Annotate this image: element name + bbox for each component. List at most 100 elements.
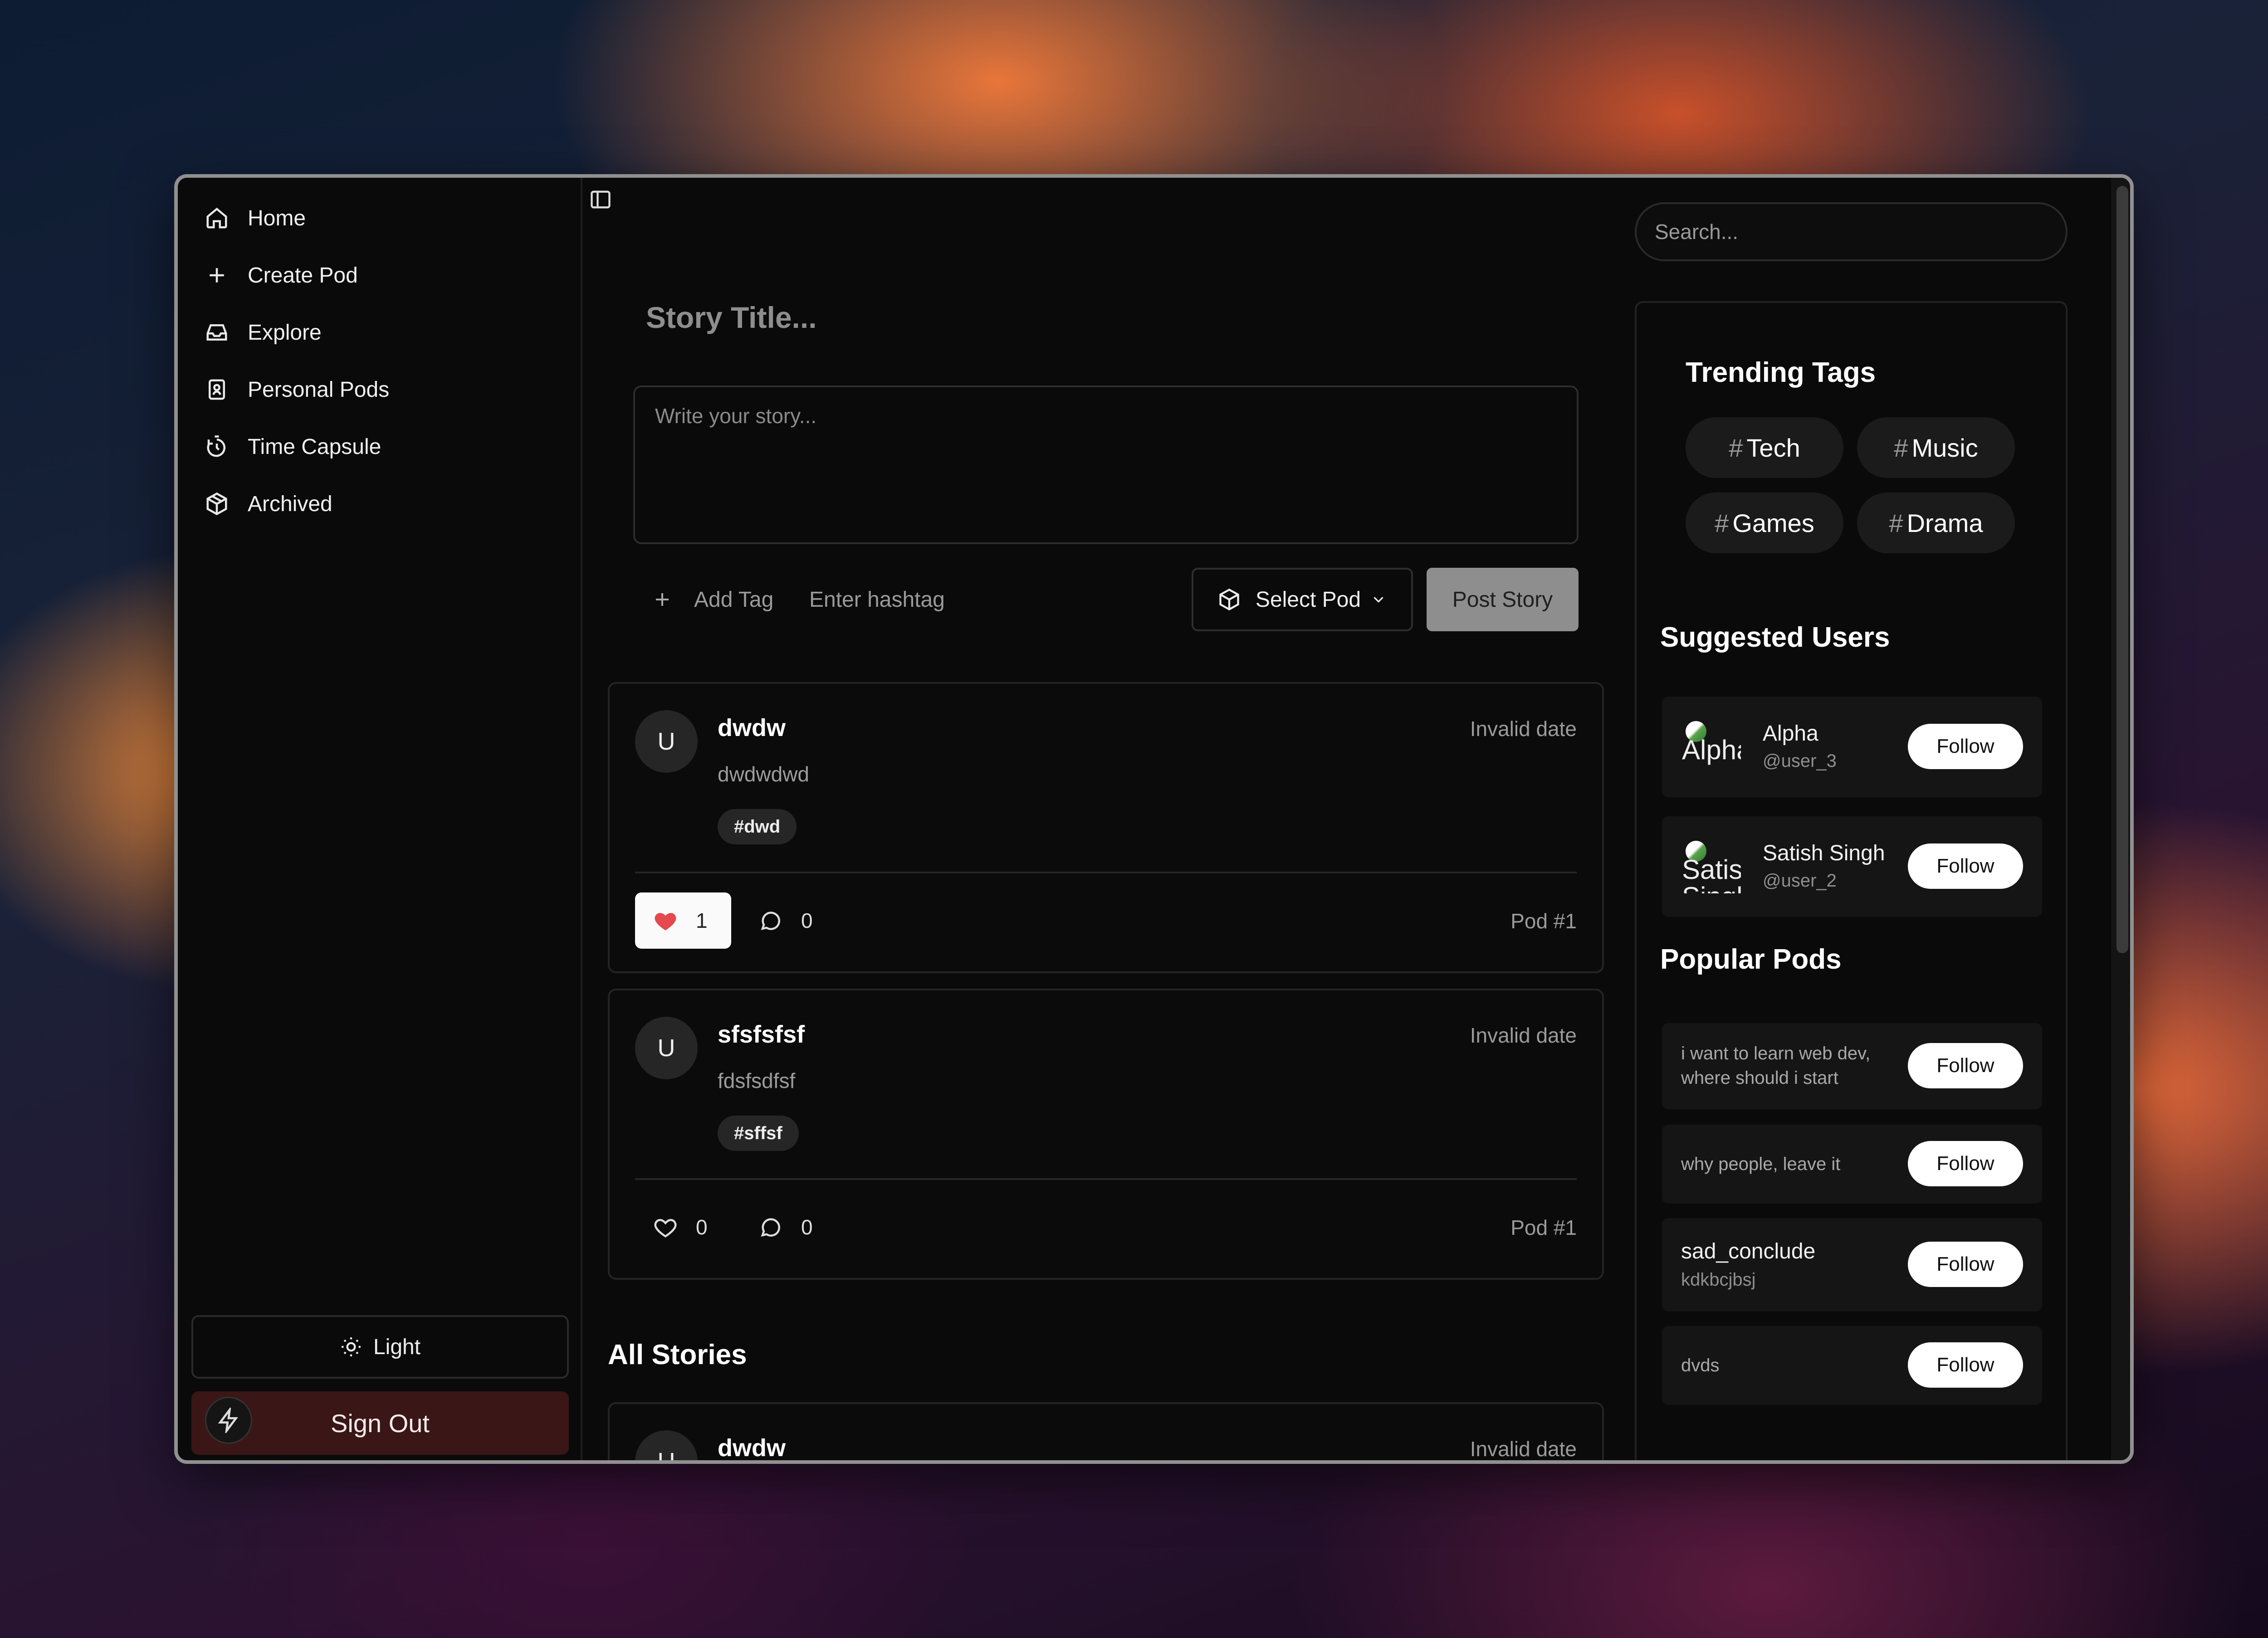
sidebar: Home Create Pod Explore Personal Pods Ti…	[178, 178, 582, 1460]
add-tag-button[interactable]: Add Tag	[651, 568, 773, 631]
story-author[interactable]: sfsfsfsf	[718, 1020, 805, 1048]
trending-tag-chip[interactable]: # Tech	[1686, 417, 1843, 478]
theme-label: Light	[373, 1335, 421, 1359]
hash-icon: #	[1729, 433, 1743, 462]
timer-icon	[204, 434, 230, 459]
avatar[interactable]: Satish Singh	[1681, 839, 1741, 893]
avatar: U	[635, 710, 698, 773]
sidebar-nav: Home Create Pod Explore Personal Pods Ti…	[191, 190, 572, 532]
story-author[interactable]: dwdw	[718, 714, 786, 742]
sidebar-item-label: Archived	[248, 492, 332, 516]
sign-out-label: Sign Out	[331, 1409, 430, 1438]
sidebar-item-create-pod[interactable]: Create Pod	[191, 247, 572, 304]
follow-button[interactable]: Follow	[1908, 1342, 2023, 1388]
plus-icon	[656, 593, 669, 606]
sidebar-item-label: Explore	[248, 320, 322, 345]
select-pod-dropdown[interactable]: Select Pod	[1192, 568, 1413, 631]
story-tag[interactable]: #sffsf	[718, 1116, 799, 1151]
avatar: U	[635, 1430, 698, 1460]
sidebar-item-time-capsule[interactable]: Time Capsule	[191, 418, 572, 475]
chevron-down-icon	[1374, 597, 1383, 603]
story-content: dwdwdwd	[718, 762, 809, 786]
plus-icon	[204, 263, 230, 288]
story-author[interactable]: dwdw	[718, 1434, 786, 1460]
sidebar-item-label: Time Capsule	[248, 434, 381, 459]
bolt-icon[interactable]	[205, 1397, 252, 1444]
like-button[interactable]: 1	[635, 892, 731, 949]
suggested-user-row: Satish Singh Satish Singh @user_2 Follow	[1662, 816, 2042, 917]
discover-panel: Trending Tags # Tech # Music # Games # Drama…	[1635, 301, 2068, 1460]
right-panel: Trending Tags #Tech #Music #Games #Drama…	[1635, 178, 2130, 1460]
heart-icon	[655, 913, 676, 931]
page-scrollbar[interactable]	[2111, 178, 2130, 1460]
id-badge-icon	[204, 377, 230, 402]
theme-toggle-button[interactable]: Light	[191, 1315, 569, 1379]
comment-count: 0	[801, 1215, 813, 1239]
comment-icon	[761, 1218, 780, 1237]
pod-title[interactable]: sad_conclude	[1681, 1239, 1815, 1264]
follow-button[interactable]: Follow	[1908, 724, 2023, 769]
heart-icon	[654, 1219, 677, 1238]
story-date: Invalid date	[1470, 1437, 1577, 1460]
tag-label: Music	[1911, 433, 1978, 462]
sidebar-item-archived[interactable]: Archived	[191, 475, 572, 532]
sidebar-item-explore[interactable]: Explore	[191, 304, 572, 361]
main-feed: Story Title... Write your story... Add T…	[582, 178, 1635, 1460]
like-count: 1	[696, 909, 708, 932]
package-icon	[1219, 588, 1239, 611]
composer-actions: Add Tag Select Pod Post Story	[633, 568, 1579, 631]
search-input[interactable]	[1635, 202, 2068, 261]
comment-button[interactable]: 0	[758, 892, 813, 949]
pod-title[interactable]: i want to learn web dev, where should i …	[1681, 1041, 1899, 1090]
follow-button[interactable]: Follow	[1908, 1242, 2023, 1287]
app-window: Home Create Pod Explore Personal Pods Ti…	[174, 174, 2134, 1464]
select-pod-label: Select Pod	[1255, 587, 1361, 612]
sun-icon	[342, 1337, 361, 1356]
divider	[635, 1178, 1577, 1180]
pod-subtitle: kdkbcjbsj	[1681, 1270, 1756, 1290]
follow-button[interactable]: Follow	[1908, 843, 2023, 889]
user-name[interactable]: Satish Singh	[1763, 841, 1885, 866]
divider	[635, 872, 1577, 873]
like-button[interactable]: 0	[635, 1199, 731, 1255]
hash-icon: #	[1889, 508, 1903, 537]
avatar[interactable]: Alpha	[1681, 719, 1741, 774]
sidebar-item-label: Personal Pods	[248, 377, 390, 402]
sidebar-item-home[interactable]: Home	[191, 190, 572, 247]
story-pod-label[interactable]: Pod #1	[1510, 909, 1577, 933]
story-card: U dwdw Invalid date dwdwdwd #dwd 1 0 Pod…	[608, 682, 1604, 973]
hash-icon: #	[1715, 508, 1729, 537]
sidebar-item-personal-pods[interactable]: Personal Pods	[191, 361, 572, 418]
trending-tag-chip[interactable]: # Games	[1686, 492, 1843, 553]
follow-button[interactable]: Follow	[1908, 1043, 2023, 1088]
story-pod-label[interactable]: Pod #1	[1510, 1215, 1577, 1240]
user-name[interactable]: Alpha	[1763, 721, 1818, 746]
post-story-button[interactable]: Post Story	[1427, 568, 1579, 631]
trending-tags-heading: Trending Tags	[1686, 357, 1876, 388]
home-icon	[204, 205, 230, 231]
pod-title[interactable]: why people, leave it	[1681, 1152, 1840, 1176]
user-handle: @user_3	[1763, 751, 1837, 771]
sidebar-item-label: Create Pod	[248, 263, 358, 288]
comment-button[interactable]: 0	[758, 1199, 813, 1255]
user-handle: @user_2	[1763, 871, 1837, 891]
trending-tag-chip[interactable]: # Music	[1857, 417, 2015, 478]
pod-title[interactable]: dvds	[1681, 1353, 1720, 1378]
hashtag-input[interactable]	[809, 583, 1018, 616]
story-tag[interactable]: #dwd	[718, 809, 797, 844]
story-card: U dwdw Invalid date	[608, 1402, 1604, 1460]
scrollbar-thumb[interactable]	[2116, 186, 2128, 953]
follow-button[interactable]: Follow	[1908, 1141, 2023, 1186]
popular-pod-row: i want to learn web dev, where should i …	[1662, 1023, 2042, 1109]
story-card: U sfsfsfsf Invalid date fdsfsdfsf #sffsf…	[608, 989, 1604, 1280]
suggested-user-row: Alpha Alpha @user_3 Follow	[1662, 697, 2042, 797]
all-stories-heading: All Stories	[608, 1339, 747, 1370]
story-title-input[interactable]: Story Title...	[646, 300, 817, 335]
popular-pod-row: why people, leave it Follow	[1662, 1125, 2042, 1204]
story-body-textarea[interactable]: Write your story...	[633, 385, 1579, 544]
trending-tag-chip[interactable]: # Drama	[1857, 492, 2015, 553]
comment-count: 0	[801, 909, 813, 932]
hash-icon: #	[1894, 433, 1908, 462]
inbox-icon	[204, 320, 230, 345]
suggested-users-heading: Suggested Users	[1660, 622, 1890, 653]
